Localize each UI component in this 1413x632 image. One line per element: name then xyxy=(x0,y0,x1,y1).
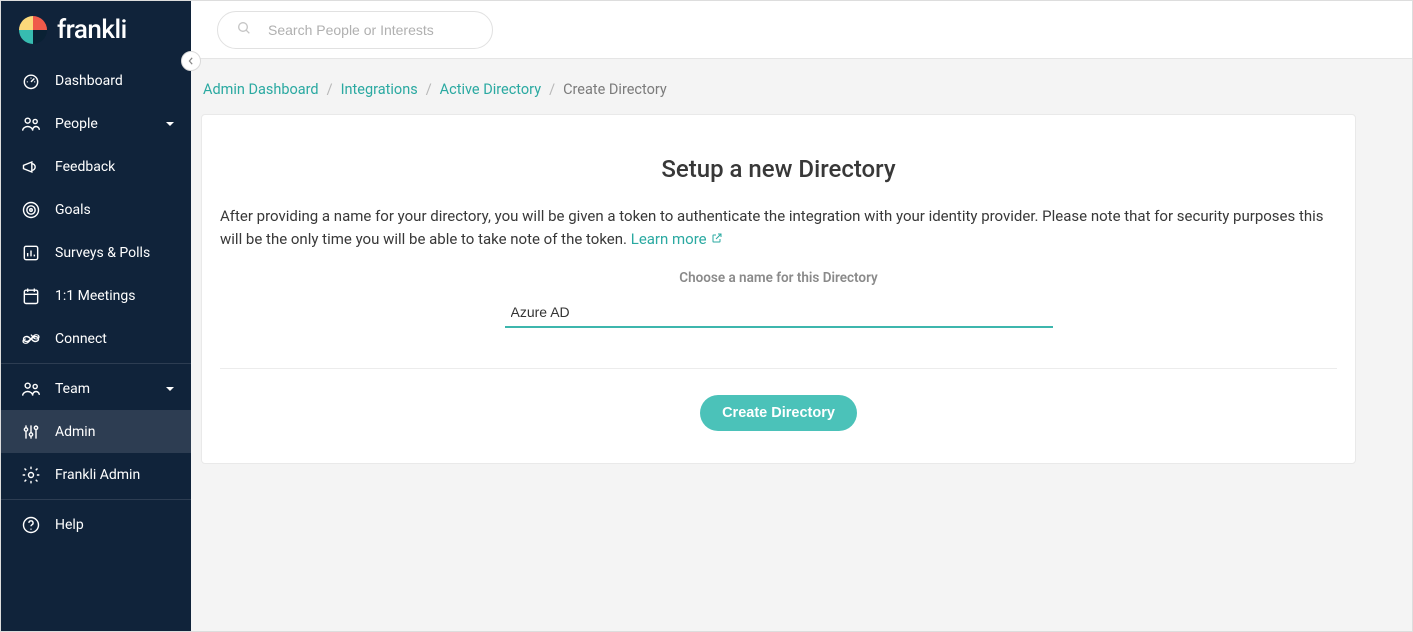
sidebar-item-label: Team xyxy=(55,381,165,397)
divider xyxy=(220,368,1337,369)
learn-more-link[interactable]: Learn more xyxy=(631,228,723,251)
card-title: Setup a new Directory xyxy=(220,155,1337,183)
card-description: After providing a name for your director… xyxy=(220,205,1337,252)
sidebar-item-label: Admin xyxy=(55,424,191,440)
breadcrumb-separator: / xyxy=(549,81,555,98)
brand-logo[interactable]: frankli xyxy=(1,1,191,59)
breadcrumb-separator: / xyxy=(426,81,432,98)
infinity-icon xyxy=(19,329,43,349)
brand-mark-icon xyxy=(19,16,47,44)
learn-more-label: Learn more xyxy=(631,228,707,251)
people-icon xyxy=(19,379,43,399)
sidebar-item-connect[interactable]: Connect xyxy=(1,317,191,360)
sidebar-collapse-button[interactable] xyxy=(181,51,201,71)
create-directory-card: Setup a new Directory After providing a … xyxy=(201,114,1356,464)
sidebar-item-label: Connect xyxy=(55,331,191,347)
breadcrumb: Admin Dashboard / Integrations / Active … xyxy=(201,75,1356,114)
sidebar-item-label: People xyxy=(55,116,165,132)
question-icon xyxy=(19,515,43,535)
barchart-icon xyxy=(19,243,43,263)
sidebar-item-people[interactable]: People xyxy=(1,102,191,145)
sidebar-item-label: Dashboard xyxy=(55,73,191,89)
target-icon xyxy=(19,200,43,220)
sidebar-nav: Dashboard People Feedback xyxy=(1,59,191,546)
sidebar-item-meetings[interactable]: 1:1 Meetings xyxy=(1,274,191,317)
sidebar-item-label: Help xyxy=(55,517,191,533)
directory-name-input[interactable] xyxy=(505,298,1053,328)
people-icon xyxy=(19,114,43,134)
chevron-down-icon xyxy=(165,119,175,129)
gauge-icon xyxy=(19,71,43,91)
content: Admin Dashboard / Integrations / Active … xyxy=(191,59,1412,494)
main-area: Admin Dashboard / Integrations / Active … xyxy=(191,1,1412,631)
breadcrumb-link[interactable]: Integrations xyxy=(341,81,418,98)
sidebar-item-frankli-admin[interactable]: Frankli Admin xyxy=(1,453,191,496)
sidebar-item-label: Goals xyxy=(55,202,191,218)
topbar xyxy=(191,1,1412,59)
directory-name-label: Choose a name for this Directory xyxy=(220,270,1337,286)
card-description-text: After providing a name for your director… xyxy=(220,207,1324,248)
search-icon xyxy=(236,20,252,40)
directory-name-field: Choose a name for this Directory xyxy=(220,270,1337,328)
gear-icon xyxy=(19,465,43,485)
megaphone-icon xyxy=(19,157,43,177)
nav-separator xyxy=(1,363,191,364)
sidebar-item-label: Surveys & Polls xyxy=(55,245,191,261)
sidebar-item-surveys[interactable]: Surveys & Polls xyxy=(1,231,191,274)
calendar-icon xyxy=(19,286,43,306)
global-search[interactable] xyxy=(217,11,493,49)
breadcrumb-separator: / xyxy=(327,81,333,98)
sidebar-item-help[interactable]: Help xyxy=(1,503,191,546)
sidebar-item-label: 1:1 Meetings xyxy=(55,288,191,304)
chevron-down-icon xyxy=(165,384,175,394)
sidebar-item-admin[interactable]: Admin xyxy=(1,410,191,453)
sliders-icon xyxy=(19,422,43,442)
breadcrumb-link[interactable]: Admin Dashboard xyxy=(203,81,319,98)
sidebar: frankli Dashboard People xyxy=(1,1,191,631)
nav-separator xyxy=(1,499,191,500)
external-link-icon xyxy=(711,228,723,251)
sidebar-item-feedback[interactable]: Feedback xyxy=(1,145,191,188)
sidebar-item-label: Feedback xyxy=(55,159,191,175)
chevron-left-icon xyxy=(187,57,195,65)
sidebar-item-label: Frankli Admin xyxy=(55,467,191,483)
sidebar-item-dashboard[interactable]: Dashboard xyxy=(1,59,191,102)
search-input[interactable] xyxy=(266,21,474,39)
breadcrumb-link[interactable]: Active Directory xyxy=(440,81,541,98)
sidebar-item-team[interactable]: Team xyxy=(1,367,191,410)
brand-name: frankli xyxy=(57,15,127,45)
create-directory-button[interactable]: Create Directory xyxy=(700,395,857,431)
sidebar-item-goals[interactable]: Goals xyxy=(1,188,191,231)
breadcrumb-current: Create Directory xyxy=(563,81,667,98)
